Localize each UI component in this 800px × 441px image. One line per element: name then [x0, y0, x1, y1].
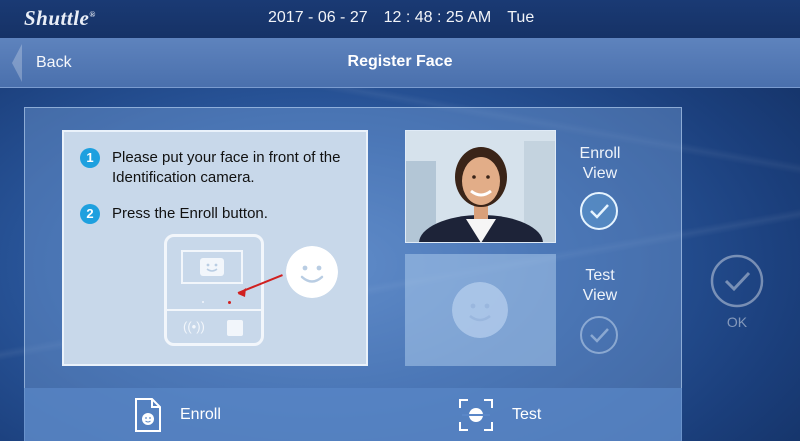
bottom-action-bar: Enroll Test: [24, 388, 682, 441]
check-icon: [580, 192, 618, 230]
weekday-text: Tue: [507, 9, 535, 26]
device-screen: [181, 250, 243, 284]
test-button-label: Test: [512, 405, 542, 423]
instructions-card: 1 Please put your face in front of the I…: [62, 130, 368, 366]
test-view-label: Test View: [582, 267, 618, 304]
step-number-icon: 1: [80, 148, 100, 168]
test-button[interactable]: Test: [458, 388, 541, 441]
enroll-file-icon: [135, 397, 161, 432]
date-text: 2017 - 06 - 27: [268, 9, 368, 26]
enroll-button[interactable]: Enroll: [134, 388, 221, 441]
step-text: Press the Enroll button.: [112, 205, 268, 222]
brand-logo: Shuttle®: [24, 6, 96, 30]
instruction-step-2: 2 Press the Enroll button.: [80, 204, 360, 224]
camera-sensor-dot: [228, 301, 231, 304]
top-status-bar: Shuttle® 2017 - 06 - 27 12 : 48 : 25 AM Tu…: [0, 0, 800, 38]
ok-check-icon: [710, 254, 764, 308]
rfid-wave-icon: ((•)): [183, 319, 205, 334]
device-icon: ((•)): [164, 234, 264, 346]
instruction-step-1: 1 Please put your face in front of the I…: [80, 148, 360, 188]
time-text: 12 : 48 : 25 AM: [383, 9, 492, 26]
enroll-view-photo: [405, 130, 556, 243]
screen-smiley-icon: [200, 258, 224, 276]
enroll-view-check: [579, 191, 619, 231]
enroll-button-label: Enroll: [180, 405, 221, 423]
check-icon: [580, 316, 618, 354]
device-divider: [167, 309, 261, 311]
pointer-arrowhead-icon: [238, 288, 246, 297]
date-time-display: 2017 - 06 - 27 12 : 48 : 25 AM Tue: [268, 9, 550, 27]
page-title: Register Face: [347, 53, 453, 70]
ok-button[interactable]: OK: [706, 250, 768, 340]
face-scan-icon: [459, 398, 493, 431]
test-view-check: [579, 315, 619, 355]
enroll-view-label: Enroll View: [579, 145, 621, 182]
step-number-icon: 2: [80, 204, 100, 224]
smiley-icon: [286, 246, 338, 298]
ok-label: OK: [726, 314, 748, 330]
step-text: Please put your face in front of the Ide…: [112, 149, 341, 186]
header-bar: Back Register Face: [0, 38, 800, 88]
device-led: [202, 301, 204, 303]
test-face-placeholder-icon: [452, 282, 508, 338]
card-slot-icon: [227, 320, 243, 336]
test-view-frame: [405, 254, 556, 366]
enrolled-face-image: [406, 131, 555, 242]
